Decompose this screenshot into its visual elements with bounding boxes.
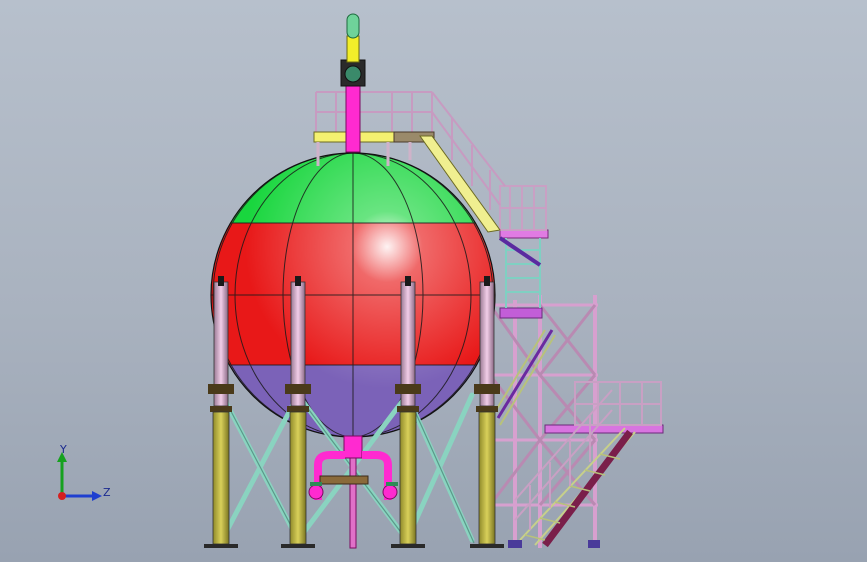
z-axis-label: Z xyxy=(103,486,111,499)
coordinate-triad: Y Z xyxy=(48,440,118,510)
stair-tower xyxy=(488,185,664,548)
spherical-tank-model[interactable] xyxy=(0,0,867,562)
y-axis-label: Y xyxy=(60,443,67,456)
bottom-piping xyxy=(308,435,398,549)
cad-viewport[interactable]: Y Z xyxy=(0,0,867,562)
top-nozzle xyxy=(340,13,366,153)
axis-triad-icon xyxy=(57,452,102,501)
